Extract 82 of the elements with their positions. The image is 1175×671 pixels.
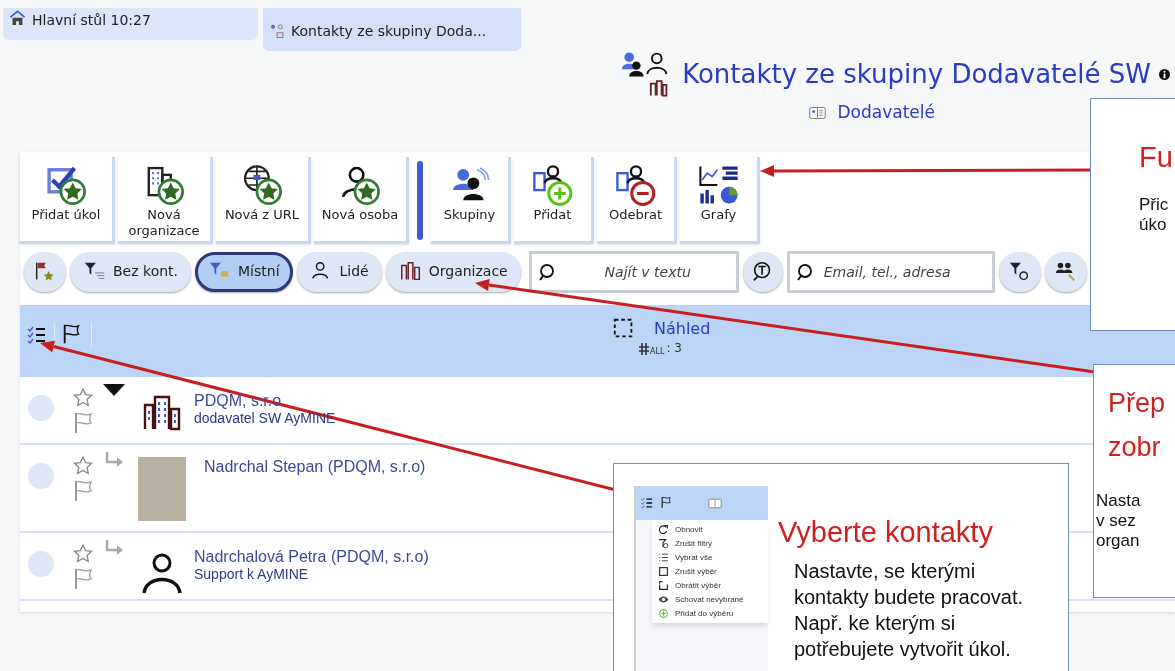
person-icon bbox=[141, 551, 183, 595]
charts-icon bbox=[696, 163, 741, 207]
filter-toggle[interactable]: Místní bbox=[195, 251, 293, 292]
toolbar-button[interactable]: Nová osoba bbox=[314, 157, 409, 244]
filter-toggle[interactable] bbox=[24, 251, 66, 292]
search-field[interactable]: Email, tel., adresa bbox=[786, 250, 995, 293]
flag-icon bbox=[72, 479, 94, 501]
callout-title: Vyberte kontakty bbox=[778, 515, 994, 550]
office-building-icon bbox=[143, 395, 181, 431]
flag-icon bbox=[72, 567, 94, 589]
tab[interactable]: Kontakty ze skupiny Doda... bbox=[263, 8, 521, 51]
expand-toggle[interactable] bbox=[102, 383, 126, 397]
caret-down-icon bbox=[102, 383, 126, 397]
menu-item[interactable]: Schovat nevybrané bbox=[652, 594, 768, 605]
select-toggle[interactable] bbox=[28, 395, 54, 421]
menu-item-icon bbox=[658, 566, 669, 577]
select-toggle[interactable] bbox=[28, 551, 54, 577]
contact-note: dodavatel SW AyMINE bbox=[194, 410, 336, 426]
filter-toggle[interactable]: Organizace bbox=[385, 251, 521, 292]
toolbar-button[interactable]: Nová organizace bbox=[118, 157, 213, 244]
address-book-icon bbox=[808, 105, 826, 120]
menu-item-icon bbox=[658, 552, 669, 563]
flag-toggle[interactable] bbox=[72, 567, 94, 589]
flag-toggle[interactable] bbox=[72, 479, 94, 501]
menu-item-icon bbox=[658, 580, 669, 591]
star-icon bbox=[72, 543, 94, 565]
callout-title: Fu bbox=[1139, 140, 1174, 175]
select-toggle[interactable] bbox=[28, 463, 54, 489]
contact-name[interactable]: Nadrchalová Petra (PDQM, s.r.o) bbox=[194, 547, 429, 566]
address-book-icon bbox=[708, 497, 722, 509]
toolbar-button[interactable]: Grafy bbox=[680, 157, 760, 244]
search-field[interactable]: Najít v textu bbox=[528, 250, 739, 293]
contact-add-icon bbox=[530, 163, 575, 207]
info-icon bbox=[1159, 68, 1170, 80]
menu-item-icon bbox=[658, 594, 669, 605]
checklist-icon bbox=[640, 496, 654, 510]
row-count: : 3 bbox=[666, 340, 682, 357]
toolbar-button[interactable]: Skupiny bbox=[431, 157, 511, 244]
star-icon bbox=[72, 455, 94, 477]
tab[interactable]: Hlavní stůl 10:27 bbox=[3, 8, 258, 40]
flag-column-button[interactable] bbox=[61, 323, 92, 347]
checklist-icon bbox=[26, 324, 48, 346]
filter-toggle[interactable]: Bez kont. bbox=[70, 251, 191, 292]
contact-remove-icon bbox=[613, 163, 658, 207]
group-link[interactable]: Dodavatelé bbox=[837, 100, 935, 126]
callout-text: Nasta v sez organ bbox=[1096, 491, 1142, 551]
count-scope: ALL bbox=[650, 348, 665, 356]
photo-placeholder bbox=[138, 457, 186, 521]
column-header[interactable]: Náhled bbox=[654, 317, 711, 341]
toolbar-button[interactable]: Přidat bbox=[514, 157, 594, 244]
flag-icon bbox=[72, 411, 94, 433]
contact-name[interactable]: Nadrchal Stepan (PDQM, s.r.o) bbox=[204, 457, 426, 476]
text-search-toggle[interactable] bbox=[742, 251, 783, 292]
callout-text: Přic úko bbox=[1139, 195, 1170, 235]
menu-item[interactable]: Zrušit výběr bbox=[652, 566, 768, 577]
star-icon bbox=[72, 387, 94, 409]
menu-item-icon bbox=[658, 524, 669, 535]
toolbar-button[interactable]: Nová z URL bbox=[216, 157, 311, 244]
filter-button[interactable] bbox=[998, 251, 1041, 292]
menu-item[interactable]: Obrátit výběr bbox=[652, 580, 768, 591]
hash-icon bbox=[638, 342, 650, 356]
toolbar-button[interactable]: Přidat úkol bbox=[20, 157, 115, 244]
menu-item[interactable]: Vybrat vše bbox=[652, 552, 768, 563]
menu-item-icon bbox=[658, 608, 669, 619]
star-toggle[interactable] bbox=[72, 387, 94, 409]
star-toggle[interactable] bbox=[72, 543, 94, 565]
star-toggle[interactable] bbox=[72, 455, 94, 477]
filter-button[interactable] bbox=[1044, 251, 1087, 292]
menu-item-icon bbox=[658, 538, 669, 549]
toolbar-button[interactable]: Odebrat bbox=[597, 157, 677, 244]
menu-item[interactable]: Přidat do výběru bbox=[652, 608, 768, 619]
home-icon bbox=[9, 10, 26, 27]
callout-text: Nastavte, se kterými kontakty budete pracovat. Např. ke kterým si potřebujete vytvořit úkol. bbox=[794, 559, 1024, 662]
menu-item[interactable]: Zrušit filtry bbox=[652, 538, 768, 549]
menu-item[interactable]: Obnovit bbox=[652, 524, 768, 535]
contact-note: Support k AyMINE bbox=[194, 566, 310, 582]
flag-toggle[interactable] bbox=[72, 411, 94, 433]
flag-icon bbox=[660, 496, 674, 510]
callout-title: Přep zobr bbox=[1108, 387, 1167, 464]
contacts-icon bbox=[269, 23, 285, 40]
page-title: Kontakty ze skupiny Dodavatelé SW bbox=[682, 57, 1151, 91]
filter-toggle[interactable]: Lidé bbox=[296, 251, 382, 292]
